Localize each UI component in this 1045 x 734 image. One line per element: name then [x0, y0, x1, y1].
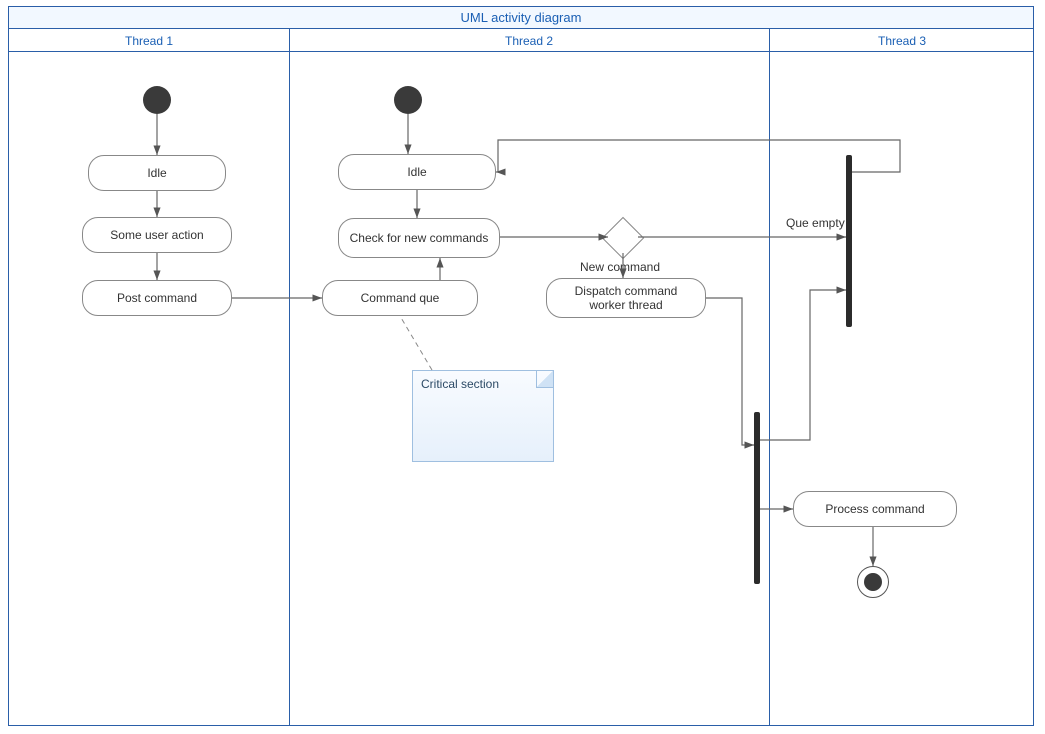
diagram-frame: UML activity diagram Thread 1 Thread 2 T…: [8, 6, 1034, 726]
lane-header-t2: Thread 2: [289, 31, 769, 51]
note-critical-section: Critical section: [412, 370, 554, 462]
activity-process-command: Process command: [793, 491, 957, 527]
activity-command-que: Command que: [322, 280, 478, 316]
lane-divider-1: [289, 29, 290, 725]
activity-post-command: Post command: [82, 280, 232, 316]
uml-activity-diagram: UML activity diagram Thread 1 Thread 2 T…: [0, 0, 1045, 734]
activity-check-for-new-commands: Check for new commands: [338, 218, 500, 258]
initial-node-t1: [143, 86, 171, 114]
activity-idle-t2: Idle: [338, 154, 496, 190]
activity-idle-t1: Idle: [88, 155, 226, 191]
lane-header-divider: [9, 51, 1033, 52]
decision-node: [608, 223, 638, 253]
note-text: Critical section: [421, 377, 499, 391]
final-node: [857, 566, 889, 598]
fork-bar: [754, 412, 760, 584]
activity-dispatch-command-worker-thread: Dispatch command worker thread: [546, 278, 706, 318]
lane-divider-2: [769, 29, 770, 725]
diagram-title: UML activity diagram: [9, 7, 1033, 29]
lane-header-t1: Thread 1: [9, 31, 289, 51]
join-bar: [846, 155, 852, 327]
lane-header-t3: Thread 3: [769, 31, 1035, 51]
initial-node-t2: [394, 86, 422, 114]
activity-some-user-action: Some user action: [82, 217, 232, 253]
